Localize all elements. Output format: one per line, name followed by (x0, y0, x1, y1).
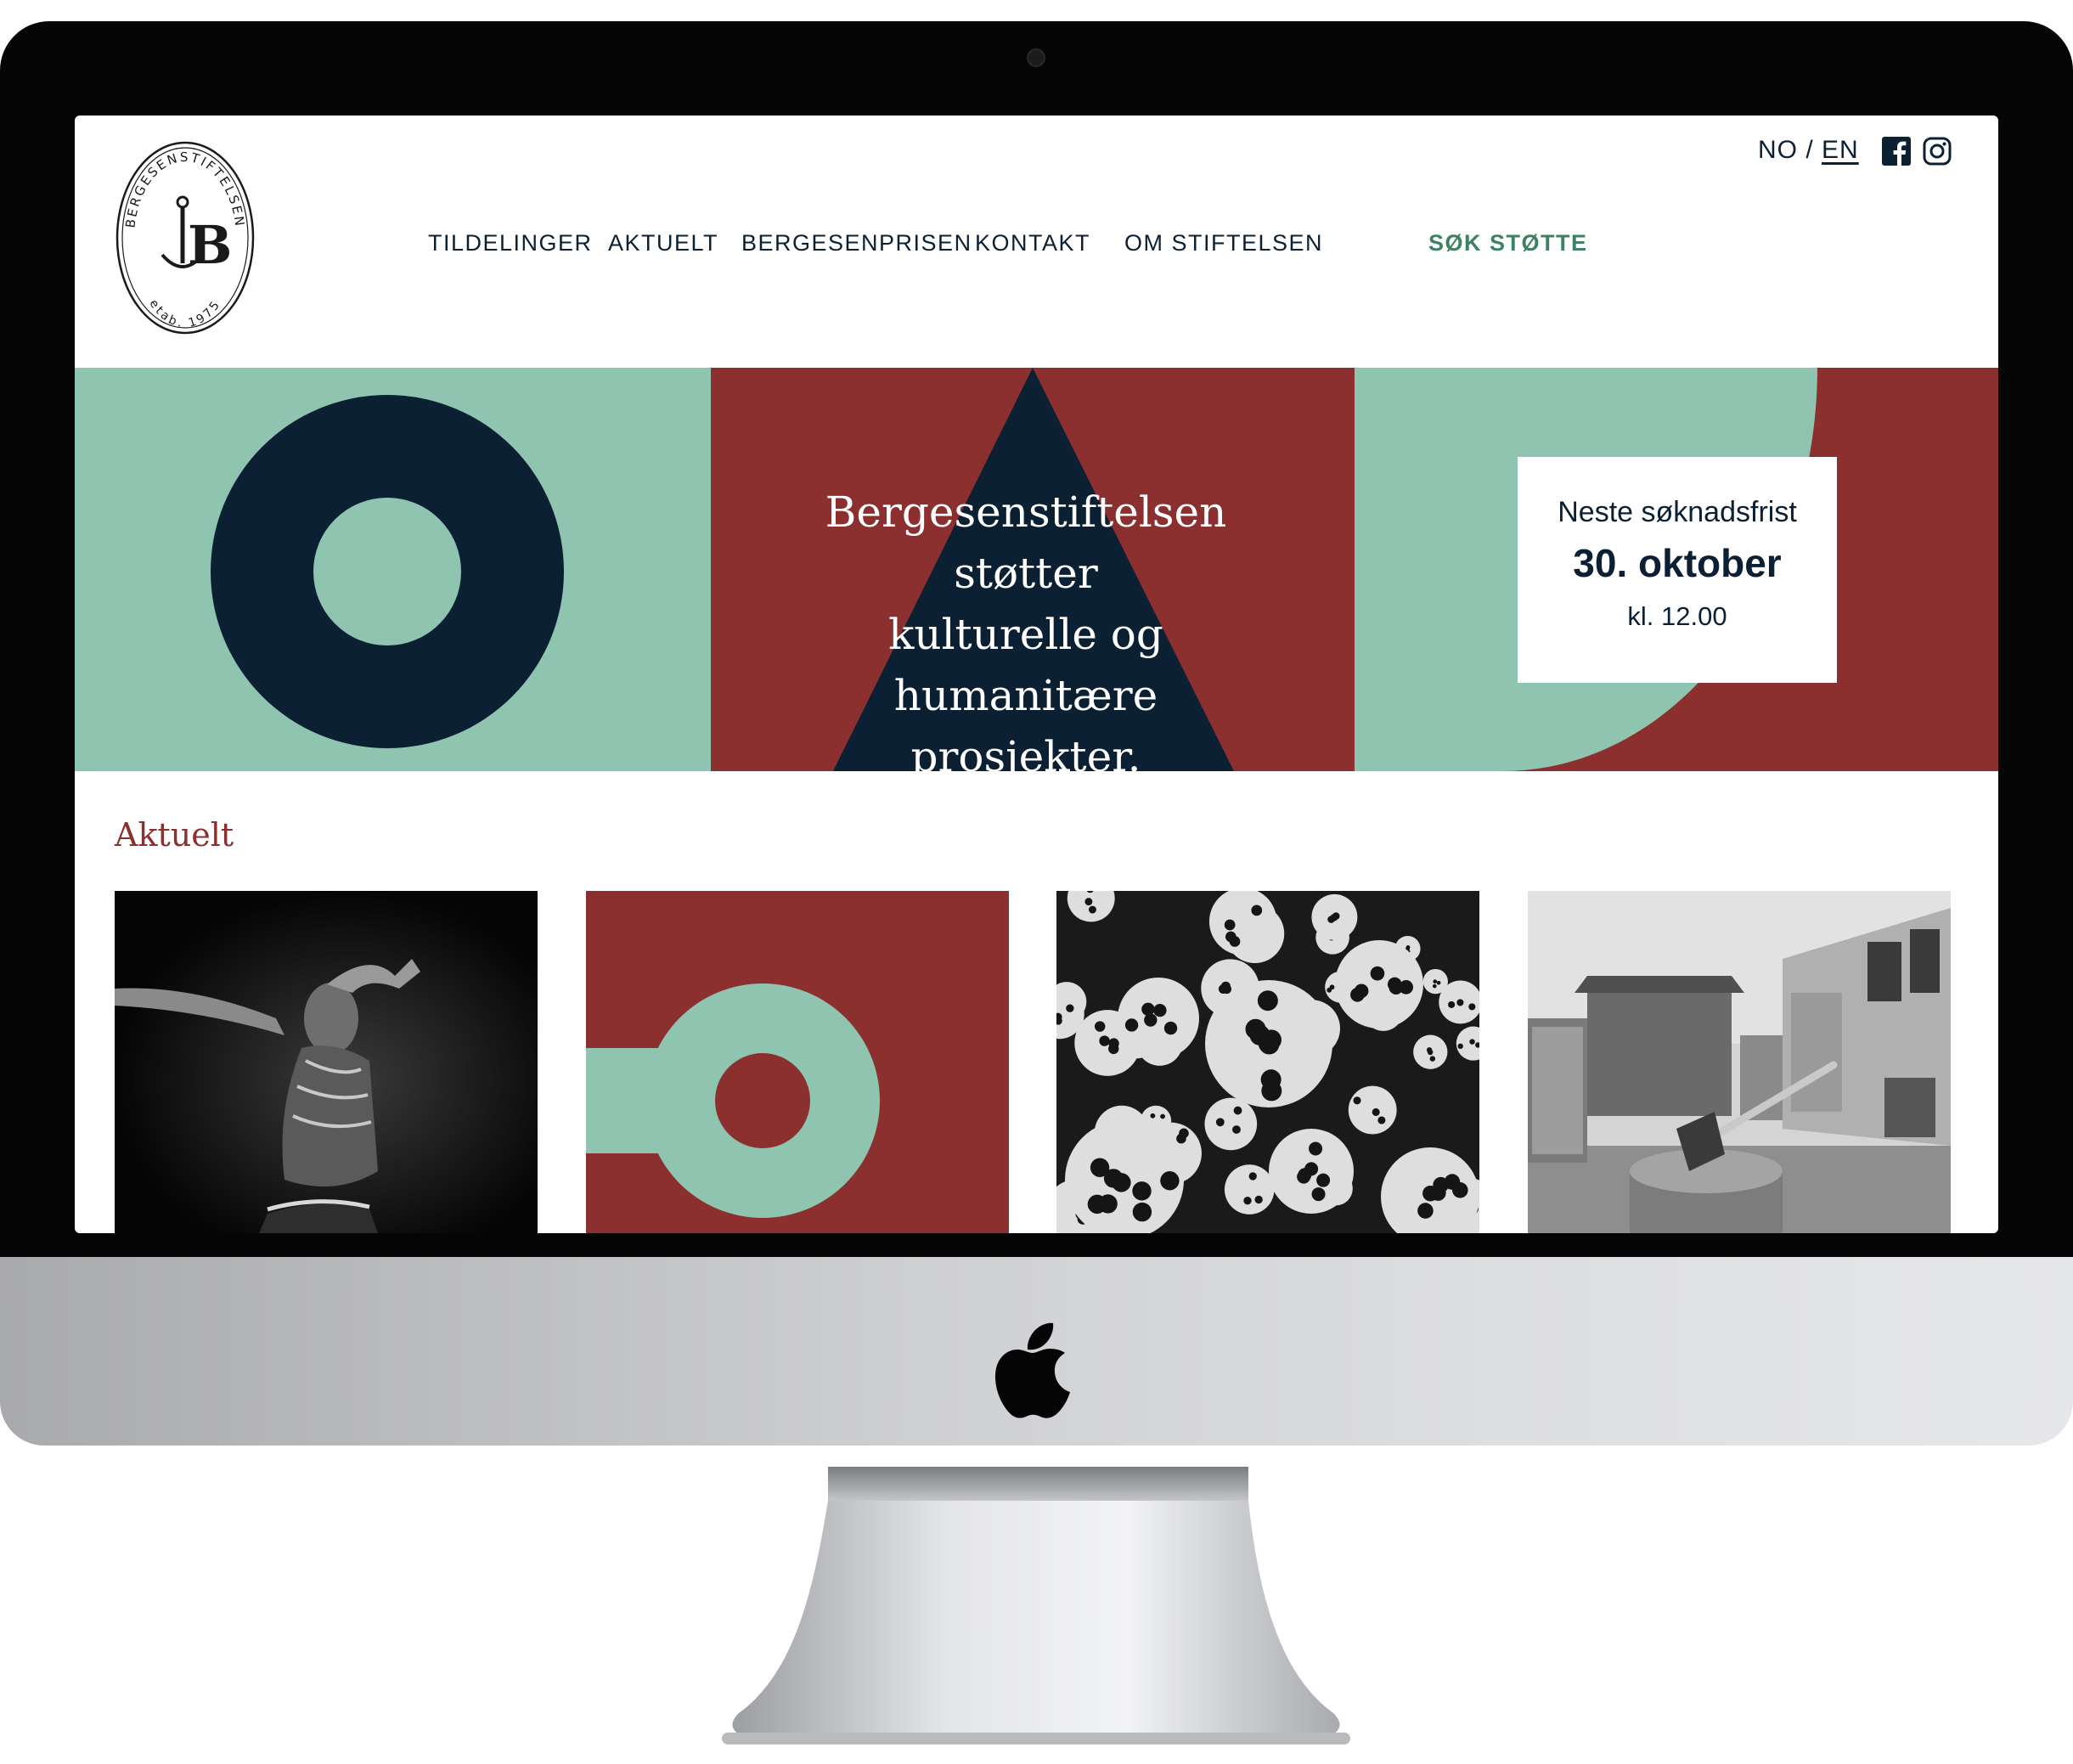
language-switcher: NO / EN (1758, 136, 1859, 165)
hero-tagline-line: kulturelle og humanitære (888, 610, 1163, 720)
lantern-dot (1433, 1176, 1449, 1193)
lantern-dot (1248, 1172, 1257, 1181)
imac-mockup: BERGESENSTIFTELSEN etab. 1975 B NO / EN (0, 21, 2073, 1744)
deadline-time: kl. 12.00 (1627, 601, 1727, 631)
apply-support-button[interactable]: SØK STØTTE (1428, 230, 1588, 256)
apple-logo-icon (994, 1322, 1070, 1418)
lantern-dot (1124, 1018, 1139, 1032)
lantern-dot (1150, 1113, 1156, 1119)
monitor-stand (722, 1467, 1350, 1744)
lantern (1204, 1097, 1258, 1151)
hero-tagline: Bergesenstiftelsen støtter kulturelle og… (754, 482, 1298, 787)
lantern-dot (1176, 1133, 1186, 1144)
lantern (1208, 891, 1277, 955)
lantern-dot (1141, 1002, 1155, 1016)
lantern-dot (1309, 1141, 1323, 1156)
lantern-dot (1160, 1113, 1165, 1119)
lantern-dot (1132, 1202, 1152, 1222)
lantern-dot (1429, 1056, 1436, 1062)
lantern-dot (1350, 987, 1365, 1002)
lantern-dot (1297, 1169, 1311, 1184)
lang-en-link[interactable]: EN (1822, 136, 1859, 164)
lantern-dot (1370, 966, 1385, 981)
lantern-dot (1353, 1096, 1361, 1105)
lantern-dot (1220, 981, 1231, 991)
lantern-dot (1432, 983, 1437, 989)
hero-tagline-line: prosjekter. (910, 732, 1141, 781)
hero-banner: Bergesenstiftelsen støtter kulturelle og… (75, 368, 1998, 781)
news-section-title: Aktuelt (115, 816, 234, 854)
lantern-dot (1448, 1000, 1456, 1008)
hero-tagline-line: Bergesenstiftelsen støtter (825, 487, 1227, 598)
lantern-dot (1215, 1118, 1225, 1127)
website-screen: BERGESENSTIFTELSEN etab. 1975 B NO / EN (75, 116, 1998, 1233)
lantern-dot (1251, 905, 1263, 916)
bergesenstiftelsen-logo[interactable]: BERGESENSTIFTELSEN etab. 1975 B (113, 136, 257, 340)
lantern-dot (1399, 980, 1414, 995)
lantern-dot (1132, 1181, 1152, 1201)
lantern-dot (1257, 990, 1278, 1012)
lantern-dot (1098, 1194, 1118, 1214)
ring-graphic (586, 891, 1009, 1233)
lantern (1348, 1085, 1397, 1135)
deadline-date: 30. oktober (1573, 541, 1782, 585)
lantern-dot (1457, 1043, 1463, 1050)
nav-item-om-stiftelsen[interactable]: OM STIFTELSEN (1124, 230, 1323, 256)
lang-separator: / (1798, 136, 1822, 164)
lantern-dot (1468, 1003, 1476, 1011)
lantern-dot (1094, 1021, 1106, 1032)
lantern-dot (1254, 1195, 1263, 1204)
lantern-dot (1243, 1197, 1252, 1205)
deadline-label: Neste søknadsfrist (1558, 496, 1797, 528)
lantern-dot (1433, 979, 1438, 983)
news-card-axe[interactable] (1528, 891, 1951, 1233)
dancer-photo (115, 891, 538, 1233)
lanterns-photo (1056, 891, 1479, 1233)
nav-item-aktuelt[interactable]: AKTUELT (608, 230, 718, 256)
lantern-dot (1417, 1203, 1434, 1219)
axe-photo (1528, 891, 1951, 1233)
nav-item-kontakt[interactable]: KONTAKT (975, 230, 1090, 256)
lantern-dot (1377, 1116, 1386, 1124)
lantern-dot (1456, 999, 1464, 1006)
lantern-dot (1160, 1171, 1180, 1191)
lantern-dot (1316, 1173, 1331, 1187)
lantern-dot (1103, 1169, 1124, 1188)
news-card-dancer[interactable] (115, 891, 538, 1233)
lantern-dot (1224, 919, 1236, 931)
lantern-dot (1108, 1043, 1119, 1055)
lantern-dot (1258, 1033, 1279, 1054)
lantern-dot (1225, 931, 1236, 943)
lantern-dot (1260, 1069, 1282, 1091)
deadline-box[interactable]: Neste søknadsfrist 30. oktober kl. 12.00 (1518, 457, 1837, 683)
lantern-dot (1427, 1049, 1434, 1056)
lantern (1118, 978, 1199, 1059)
news-card-lanterns[interactable] (1056, 891, 1479, 1233)
lantern-dot (1232, 1125, 1241, 1134)
camera-icon (1027, 48, 1045, 67)
lantern-dot (1469, 1039, 1475, 1045)
news-card-graphic[interactable] (586, 891, 1009, 1233)
lang-no-link[interactable]: NO (1758, 136, 1798, 164)
lantern-dot (1330, 913, 1338, 921)
lantern-dot (1311, 1187, 1326, 1202)
lantern-dot (1144, 1013, 1158, 1027)
nav-item-bergesenprisen[interactable]: BERGESENPRISEN (741, 230, 972, 256)
instagram-icon[interactable] (1923, 137, 1952, 166)
lantern-dot (1163, 1021, 1178, 1035)
nav-item-tildelinger[interactable]: TILDELINGER (428, 230, 593, 256)
lantern-dot (1436, 980, 1441, 985)
lantern-dot (1329, 984, 1335, 990)
lantern-dot (1233, 1106, 1242, 1115)
lantern-dot (1084, 898, 1093, 906)
lantern-dot (1099, 1035, 1110, 1046)
facebook-icon[interactable] (1882, 137, 1911, 166)
lantern-dot (1153, 1003, 1167, 1017)
lantern-dot (1066, 1004, 1074, 1012)
lantern-dot (1088, 905, 1096, 914)
svg-text:B: B (188, 214, 232, 276)
lantern (1224, 1164, 1275, 1215)
lantern-dot (1372, 1107, 1380, 1116)
